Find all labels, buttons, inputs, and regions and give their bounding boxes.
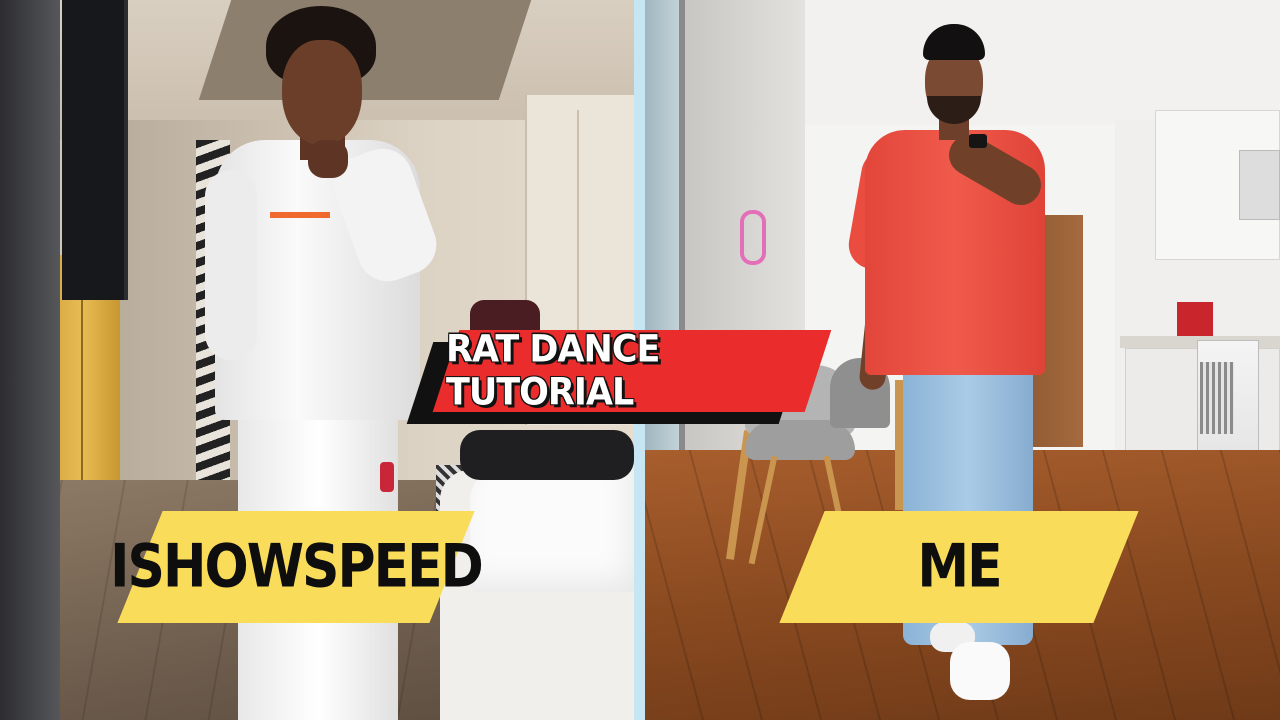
dish-towel	[1200, 362, 1234, 434]
clothes-pile	[460, 430, 634, 480]
fist	[308, 140, 348, 178]
microwave	[1239, 150, 1280, 220]
left-label-text: ISHOWSPEED	[110, 532, 484, 602]
window-frame	[0, 0, 60, 720]
pants-patch	[380, 462, 394, 492]
face	[282, 40, 362, 145]
bed-sheets	[470, 462, 634, 592]
thumbnail-frame: RAT DANCE TUTORIAL ISHOWSPEED ME	[0, 0, 1280, 720]
left-arm	[205, 170, 257, 360]
wall-tv	[62, 0, 128, 300]
pink-neon-sign	[740, 210, 766, 265]
jacket-stripe	[270, 212, 330, 218]
right-label-text: ME	[917, 532, 1002, 602]
sock	[950, 642, 1010, 700]
table-leg	[895, 380, 903, 510]
title-text: RAT DANCE TUTORIAL	[446, 327, 660, 415]
red-appliance	[1177, 302, 1213, 336]
left-name-label: ISHOWSPEED	[110, 511, 484, 623]
right-name-label: ME	[779, 511, 1139, 623]
title-banner: RAT DANCE TUTORIAL	[406, 327, 832, 430]
lapel-mic	[969, 134, 987, 148]
